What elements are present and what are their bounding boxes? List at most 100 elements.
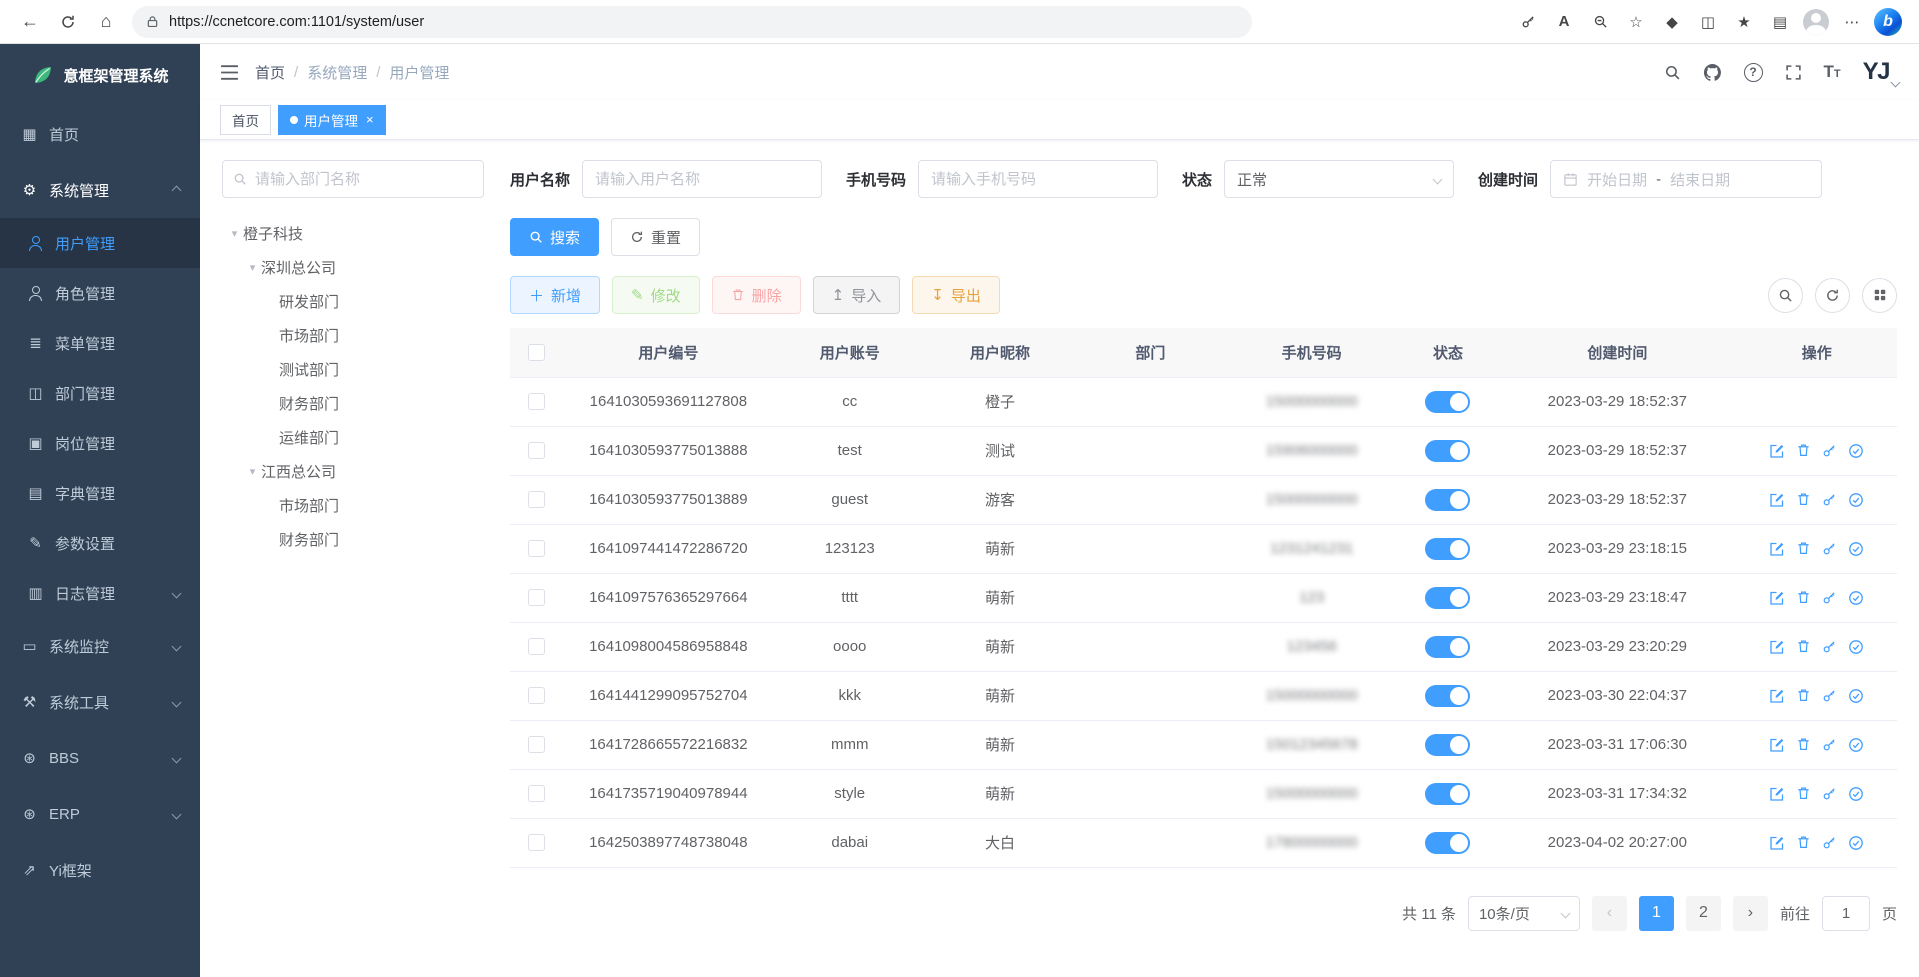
split-screen-icon[interactable]: ◫ xyxy=(1691,6,1725,38)
breadcrumb-item[interactable]: 系统管理 xyxy=(307,62,367,83)
status-select[interactable]: 正常 xyxy=(1224,160,1454,198)
phone-input[interactable] xyxy=(918,160,1158,198)
sidebar-item-monitor[interactable]: ▭系统监控 xyxy=(0,618,200,674)
edit-row-icon[interactable] xyxy=(1769,688,1785,704)
reset-password-icon[interactable] xyxy=(1822,541,1837,557)
tree-node[interactable]: ▾橙子科技 xyxy=(222,216,484,250)
row-checkbox[interactable] xyxy=(528,785,545,802)
dept-search-input[interactable] xyxy=(255,171,473,188)
fullscreen-icon[interactable] xyxy=(1785,64,1802,81)
row-checkbox[interactable] xyxy=(528,491,545,508)
row-checkbox[interactable] xyxy=(528,540,545,557)
sidebar-item-dept[interactable]: ◫部门管理 xyxy=(0,368,200,418)
favorites-bar-icon[interactable]: ★ xyxy=(1727,6,1761,38)
row-checkbox[interactable] xyxy=(528,393,545,410)
assign-role-icon[interactable] xyxy=(1848,590,1864,606)
delete-row-icon[interactable] xyxy=(1796,492,1811,508)
reset-password-icon[interactable] xyxy=(1822,786,1837,802)
status-toggle[interactable] xyxy=(1425,440,1470,462)
delete-row-icon[interactable] xyxy=(1796,688,1811,704)
sidebar-item-log[interactable]: ▥日志管理 xyxy=(0,568,200,618)
caret-down-icon[interactable]: ▾ xyxy=(244,465,261,478)
edit-row-icon[interactable] xyxy=(1769,639,1785,655)
assign-role-icon[interactable] xyxy=(1848,443,1864,459)
back-icon[interactable]: ← xyxy=(14,6,46,38)
breadcrumb-item[interactable]: 首页 xyxy=(255,62,285,83)
page-button-2[interactable]: 2 xyxy=(1686,896,1721,931)
collapse-sidebar-icon[interactable] xyxy=(220,65,239,80)
status-toggle[interactable] xyxy=(1425,587,1470,609)
assign-role-icon[interactable] xyxy=(1848,492,1864,508)
next-page-button[interactable]: › xyxy=(1733,896,1768,931)
delete-row-icon[interactable] xyxy=(1796,541,1811,557)
refresh-icon[interactable] xyxy=(52,6,84,38)
zoom-icon[interactable] xyxy=(1583,6,1617,38)
read-aloud-icon[interactable]: A xyxy=(1547,6,1581,38)
status-toggle[interactable] xyxy=(1425,489,1470,511)
sidebar-item-dict[interactable]: ▤字典管理 xyxy=(0,468,200,518)
delete-button[interactable]: 删除 xyxy=(712,276,801,314)
assign-role-icon[interactable] xyxy=(1848,541,1864,557)
goto-page-input[interactable] xyxy=(1822,896,1870,931)
reset-password-icon[interactable] xyxy=(1822,688,1837,704)
tree-node[interactable]: ▾深圳总公司 xyxy=(222,250,484,284)
tree-node[interactable]: 财务部门 xyxy=(222,386,484,420)
assign-role-icon[interactable] xyxy=(1848,688,1864,704)
tree-node[interactable]: 运维部门 xyxy=(222,420,484,454)
tree-node[interactable]: 市场部门 xyxy=(222,318,484,352)
edit-row-icon[interactable] xyxy=(1769,737,1785,753)
sidebar-item-role[interactable]: 角色管理 xyxy=(0,268,200,318)
sidebar-item-system[interactable]: ⚙系统管理 xyxy=(0,162,200,218)
font-size-icon[interactable]: TT xyxy=(1824,62,1841,82)
sidebar-item-home[interactable]: ▦首页 xyxy=(0,106,200,162)
delete-row-icon[interactable] xyxy=(1796,443,1811,459)
refresh-table-icon[interactable] xyxy=(1815,278,1850,313)
row-checkbox[interactable] xyxy=(528,638,545,655)
edit-row-icon[interactable] xyxy=(1769,541,1785,557)
app-logo[interactable]: 意框架管理系统 xyxy=(0,44,200,106)
page-size-select[interactable]: 10条/页 xyxy=(1468,896,1580,931)
assign-role-icon[interactable] xyxy=(1848,786,1864,802)
tree-node[interactable]: 市场部门 xyxy=(222,488,484,522)
close-icon[interactable]: × xyxy=(366,112,374,127)
tree-node[interactable]: ▾江西总公司 xyxy=(222,454,484,488)
delete-row-icon[interactable] xyxy=(1796,590,1811,606)
reset-password-icon[interactable] xyxy=(1822,590,1837,606)
edit-row-icon[interactable] xyxy=(1769,492,1785,508)
profile-avatar[interactable] xyxy=(1799,6,1833,38)
edit-row-icon[interactable] xyxy=(1769,443,1785,459)
more-menu-icon[interactable]: ⋯ xyxy=(1835,6,1869,38)
reset-password-icon[interactable] xyxy=(1822,639,1837,655)
status-toggle[interactable] xyxy=(1425,685,1470,707)
home-icon[interactable]: ⌂ xyxy=(90,6,122,38)
delete-row-icon[interactable] xyxy=(1796,835,1811,851)
sidebar-item-menu[interactable]: ≣菜单管理 xyxy=(0,318,200,368)
search-button[interactable]: 搜索 xyxy=(510,218,599,256)
column-settings-icon[interactable] xyxy=(1862,278,1897,313)
row-checkbox[interactable] xyxy=(528,442,545,459)
status-toggle[interactable] xyxy=(1425,391,1470,413)
caret-down-icon[interactable]: ▾ xyxy=(244,261,261,274)
username-input[interactable] xyxy=(582,160,822,198)
password-key-icon[interactable] xyxy=(1511,6,1545,38)
sidebar-item-erp[interactable]: ⊛ERP xyxy=(0,786,200,842)
status-toggle[interactable] xyxy=(1425,538,1470,560)
github-icon[interactable] xyxy=(1703,63,1722,82)
tab-用户管理[interactable]: 用户管理× xyxy=(278,105,386,135)
status-toggle[interactable] xyxy=(1425,832,1470,854)
favorites-add-icon[interactable]: ☆ xyxy=(1619,6,1653,38)
reset-password-icon[interactable] xyxy=(1822,492,1837,508)
date-range-picker[interactable]: 开始日期 - 结束日期 xyxy=(1550,160,1822,198)
delete-row-icon[interactable] xyxy=(1796,639,1811,655)
assign-role-icon[interactable] xyxy=(1848,639,1864,655)
reset-password-icon[interactable] xyxy=(1822,835,1837,851)
address-bar[interactable]: https://ccnetcore.com:1101/system/user xyxy=(132,6,1252,38)
sidebar-item-tool[interactable]: ⚒系统工具 xyxy=(0,674,200,730)
export-button[interactable]: ↧ 导出 xyxy=(912,276,1000,314)
search-icon[interactable] xyxy=(1664,64,1681,81)
reset-button[interactable]: 重置 xyxy=(611,218,700,256)
caret-down-icon[interactable]: ▾ xyxy=(226,227,243,240)
edit-button[interactable]: ✎ 修改 xyxy=(612,276,700,314)
toggle-search-icon[interactable] xyxy=(1768,278,1803,313)
assign-role-icon[interactable] xyxy=(1848,835,1864,851)
